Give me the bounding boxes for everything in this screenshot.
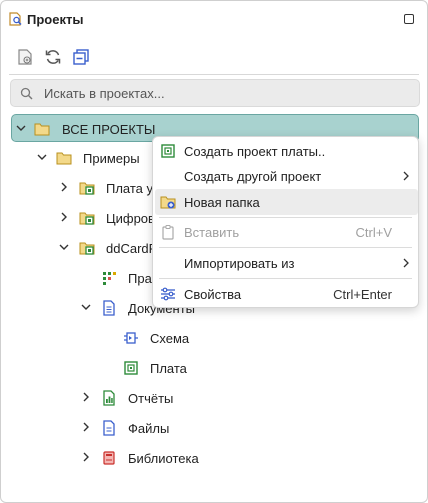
projects-panel: Проекты ВСЕ ПРОЕКТЫ	[0, 0, 428, 503]
library-icon	[103, 451, 115, 465]
menu-item-new-folder[interactable]: Новая папка	[155, 189, 418, 215]
menu-item-import-from[interactable]: Импортировать из	[153, 250, 418, 276]
menu-item-shortcut: Ctrl+Enter	[333, 287, 392, 302]
chevron-right-icon[interactable]	[59, 212, 69, 222]
tree-item-pcb[interactable]: Плата	[1, 354, 427, 382]
tree-item-label: Схема	[150, 331, 190, 346]
submenu-arrow-icon	[403, 171, 409, 181]
board-project-icon	[161, 144, 175, 158]
menu-item-label: Импортировать из	[184, 256, 295, 271]
tree-item-label: Файлы	[128, 421, 170, 436]
tree-item-label: ddCardF	[106, 241, 157, 256]
tree-item-label: Плата	[150, 361, 187, 376]
tree-item-label: Отчёты	[128, 391, 174, 406]
tree-item-schematic[interactable]: Схема	[1, 324, 427, 352]
panel-title: Проекты	[27, 12, 84, 27]
projects-search-icon	[9, 12, 22, 26]
schematic-icon	[124, 332, 138, 344]
tree-item-files[interactable]: Файлы	[1, 414, 427, 442]
menu-item-label: Создать другой проект	[184, 169, 322, 184]
collapse-all-icon[interactable]	[71, 47, 91, 67]
folder-icon	[34, 123, 50, 136]
tree-item-library[interactable]: Библиотека	[1, 444, 427, 472]
new-project-icon[interactable]	[15, 47, 35, 67]
board-project-icon	[79, 182, 95, 195]
chevron-right-icon[interactable]	[81, 392, 91, 402]
menu-item-create-other-project[interactable]: Создать другой проект	[153, 163, 418, 189]
pcb-icon	[124, 361, 138, 375]
search-icon	[20, 87, 33, 100]
properties-icon	[161, 287, 175, 301]
panel-header: Проекты	[1, 1, 427, 37]
tree-root-label: ВСЕ ПРОЕКТЫ	[62, 122, 156, 137]
chevron-down-icon[interactable]	[81, 302, 91, 312]
tree-item-label: Примеры	[83, 151, 140, 166]
search-input[interactable]	[44, 84, 404, 103]
tree-item-label: Библиотека	[128, 451, 199, 466]
chevron-down-icon[interactable]	[16, 123, 26, 133]
new-folder-icon	[160, 196, 176, 209]
chevron-down-icon[interactable]	[37, 152, 47, 162]
files-icon	[103, 420, 115, 436]
submenu-arrow-icon	[403, 258, 409, 268]
menu-item-shortcut: Ctrl+V	[355, 225, 392, 240]
rules-icon	[103, 272, 116, 285]
chevron-right-icon[interactable]	[81, 422, 91, 432]
chevron-down-icon[interactable]	[59, 242, 69, 252]
menu-item-create-board-project[interactable]: Создать проект платы..	[153, 138, 418, 164]
menu-item-properties[interactable]: Свойства Ctrl+Enter	[153, 281, 418, 307]
chevron-right-icon[interactable]	[81, 452, 91, 462]
menu-item-paste[interactable]: Вставить Ctrl+V	[153, 219, 418, 245]
toolbar	[1, 43, 427, 71]
menu-divider	[159, 217, 412, 218]
refresh-icon[interactable]	[43, 47, 63, 67]
toolbar-divider	[9, 74, 419, 75]
menu-divider	[159, 278, 412, 279]
menu-item-label: Создать проект платы..	[184, 144, 326, 159]
search-box[interactable]	[10, 79, 420, 107]
context-menu: Создать проект платы.. Создать другой пр…	[152, 136, 419, 308]
tree-item-reports[interactable]: Отчёты	[1, 384, 427, 412]
paste-icon	[162, 225, 174, 240]
menu-divider	[159, 247, 412, 248]
tree-item-label: Пра	[128, 271, 152, 286]
menu-item-label: Вставить	[184, 225, 240, 240]
menu-item-label: Новая папка	[184, 195, 260, 210]
board-project-icon	[79, 212, 95, 225]
folder-icon	[56, 152, 72, 165]
board-project-icon	[79, 242, 95, 255]
menu-item-label: Свойства	[184, 287, 242, 302]
chevron-right-icon[interactable]	[59, 182, 69, 192]
reports-icon	[103, 390, 115, 406]
documents-icon	[103, 300, 115, 316]
tree-item-label: Плата у	[106, 181, 154, 196]
maximize-button[interactable]	[404, 14, 414, 24]
